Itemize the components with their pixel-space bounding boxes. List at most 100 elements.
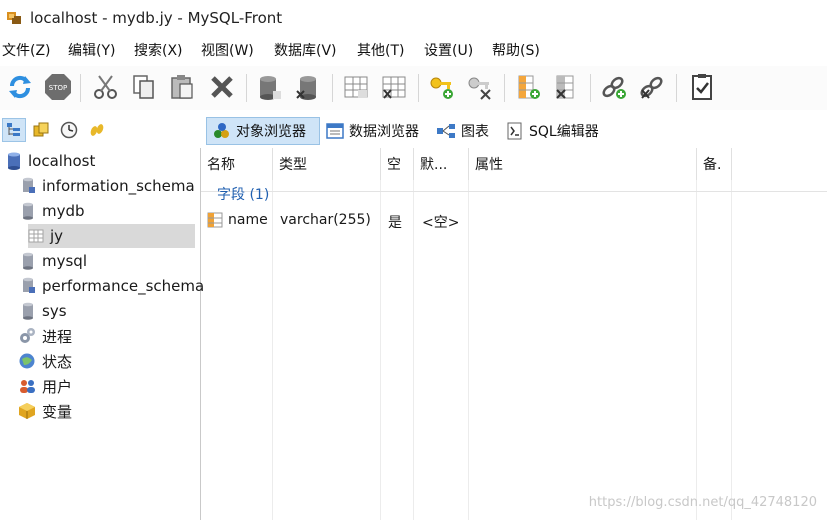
processes-icon — [20, 328, 35, 343]
system-database-icon — [23, 177, 35, 193]
tree-item-performance-schema[interactable]: performance_schema — [20, 274, 204, 298]
server-icon — [8, 152, 20, 170]
tree-item-variables[interactable]: 变量 — [18, 399, 72, 423]
tree-item-information-schema[interactable]: information_schema — [20, 174, 195, 198]
object-browser-grid: 名称 类型 空 默... 属性 备. 字段 (1) name varchar(2… — [201, 148, 827, 520]
bookmarks-button[interactable] — [29, 118, 53, 142]
refresh-button[interactable] — [2, 70, 38, 104]
footprints-icon — [90, 124, 104, 136]
mysql-front-app-icon — [7, 12, 21, 24]
drop-index-button[interactable] — [462, 70, 498, 104]
watermark: https://blog.csdn.net/qq_42748120 — [588, 495, 817, 510]
tab-object-browser[interactable]: 对象浏览器 — [206, 117, 320, 145]
table-add-icon — [344, 76, 368, 98]
new-database-button[interactable] — [252, 70, 288, 104]
database-icon — [23, 202, 33, 220]
database-icon — [23, 302, 33, 320]
tree-item-mysql[interactable]: mysql — [20, 249, 87, 273]
menu-other[interactable]: 其他(T) — [357, 40, 404, 60]
tree-item-users[interactable]: 用户 — [18, 374, 72, 398]
column-header-null[interactable]: 空 — [381, 148, 414, 180]
new-field-button[interactable] — [510, 70, 546, 104]
tree-item-status[interactable]: 状态 — [18, 349, 72, 373]
history-button[interactable] — [57, 118, 81, 142]
tree-item-label: mydb — [42, 202, 85, 220]
menu-view[interactable]: 视图(W) — [201, 40, 254, 60]
drop-field-button[interactable] — [548, 70, 584, 104]
paste-button[interactable] — [164, 70, 200, 104]
navigator-tree-button[interactable] — [2, 118, 26, 142]
menu-database[interactable]: 数据库(V) — [274, 40, 337, 60]
tree-item-label: localhost — [28, 152, 96, 170]
bookmark-icon — [33, 122, 49, 137]
data-browser-icon — [326, 123, 344, 139]
cell-field-name: name — [228, 212, 268, 228]
tab-sql-editor-label: SQL编辑器 — [529, 124, 599, 140]
navigator-tabs — [0, 114, 200, 148]
tab-data-browser[interactable]: 数据浏览器 — [320, 117, 430, 145]
column-header-comment[interactable]: 备. — [697, 148, 732, 180]
svg-text:STOP: STOP — [49, 84, 67, 92]
link-delete-icon — [640, 76, 663, 99]
new-table-button[interactable] — [338, 70, 374, 104]
tree-item-jy[interactable]: jy — [28, 224, 195, 248]
window-title: localhost - mydb.jy - MySQL-Front — [30, 9, 283, 27]
menu-file[interactable]: 文件(Z) — [2, 40, 51, 60]
column-header-attributes[interactable]: 属性 — [469, 148, 697, 180]
column-header-default[interactable]: 默... — [414, 148, 469, 180]
stop-button[interactable]: STOP — [40, 70, 76, 104]
tree-item-label: information_schema — [42, 177, 195, 195]
tab-sql-editor[interactable]: SQL编辑器 — [500, 117, 612, 145]
tab-diagram-label: 图表 — [461, 124, 489, 140]
table-delete-icon — [382, 76, 406, 99]
clock-icon — [60, 121, 78, 139]
navigator-tree: localhost information_schema mydb jy mys… — [0, 148, 204, 520]
tree-view-icon — [7, 123, 20, 136]
field-delete-icon — [556, 75, 574, 99]
drop-table-button[interactable] — [376, 70, 412, 104]
tree-item-processes[interactable]: 进程 — [18, 324, 72, 348]
field-icon — [207, 212, 223, 228]
tab-object-browser-label: 对象浏览器 — [236, 124, 306, 140]
group-header-fields[interactable]: 字段 (1) — [217, 184, 269, 204]
delete-button[interactable] — [204, 70, 240, 104]
tree-item-label: sys — [42, 302, 67, 320]
tab-diagram[interactable]: 图表 — [430, 117, 498, 145]
database-add-icon — [260, 76, 281, 100]
tree-item-sys[interactable]: sys — [20, 299, 67, 323]
tree-item-localhost[interactable]: localhost — [6, 149, 95, 173]
drop-database-button[interactable] — [290, 70, 326, 104]
menu-bar: 文件(Z) 编辑(Y) 搜索(X) 视图(W) 数据库(V) 其他(T) 设置(… — [0, 37, 827, 61]
variables-icon — [19, 403, 35, 419]
tree-item-label: performance_schema — [42, 277, 205, 295]
table-icon — [28, 229, 44, 243]
delete-x-icon — [211, 76, 233, 98]
new-index-button[interactable] — [424, 70, 460, 104]
paste-icon — [171, 75, 193, 99]
main-toolbar: STOP — [0, 66, 827, 110]
tree-item-mydb[interactable]: mydb — [20, 199, 85, 223]
cell-field-null: 是 — [388, 215, 402, 231]
menu-search[interactable]: 搜索(X) — [134, 40, 183, 60]
menu-help[interactable]: 帮助(S) — [492, 40, 540, 60]
stop-icon: STOP — [45, 74, 71, 100]
copy-button[interactable] — [126, 70, 162, 104]
tree-item-label: 变量 — [42, 402, 73, 421]
new-foreign-key-button[interactable] — [596, 70, 632, 104]
properties-button[interactable] — [684, 70, 720, 104]
column-header-type[interactable]: 类型 — [273, 148, 381, 180]
menu-settings[interactable]: 设置(U) — [424, 40, 473, 60]
field-add-icon — [518, 75, 540, 99]
sql-editor-icon — [507, 122, 522, 140]
sql-history-button[interactable] — [85, 118, 109, 142]
database-delete-icon — [296, 76, 316, 100]
system-database-icon — [23, 277, 35, 293]
scissors-icon — [94, 75, 117, 99]
menu-edit[interactable]: 编辑(Y) — [68, 40, 115, 60]
checklist-icon — [692, 74, 712, 100]
column-header-name[interactable]: 名称 — [201, 148, 273, 180]
tree-item-label: mysql — [42, 252, 87, 270]
drop-foreign-key-button[interactable] — [634, 70, 670, 104]
view-tabs: 对象浏览器 数据浏览器 图表 SQL编辑器 — [202, 114, 827, 148]
cut-button[interactable] — [88, 70, 124, 104]
